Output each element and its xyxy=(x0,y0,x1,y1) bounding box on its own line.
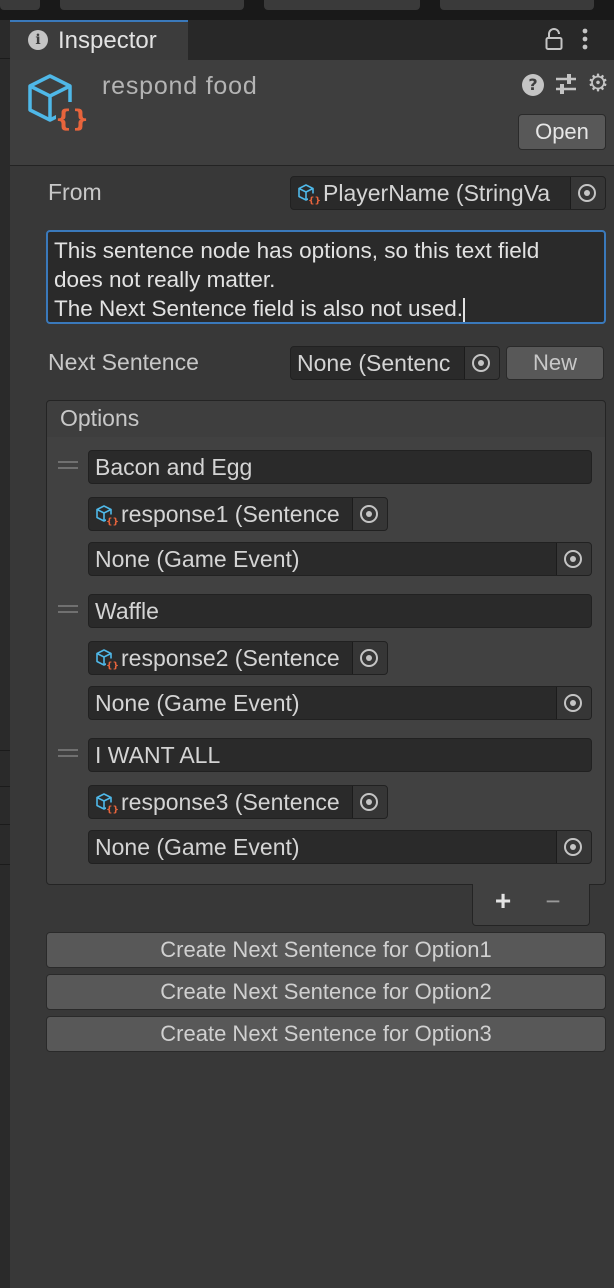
text-line: does not really matter. xyxy=(54,267,276,292)
object-picker-button[interactable] xyxy=(556,831,591,863)
inspector-header xyxy=(10,60,614,166)
object-picker-button[interactable] xyxy=(556,687,591,719)
divider xyxy=(0,864,10,865)
svg-text:{}: {} xyxy=(55,105,89,133)
option-text-field[interactable]: Bacon and Egg xyxy=(88,450,592,484)
gear-icon[interactable]: ⚙ xyxy=(586,72,610,96)
text-caret xyxy=(463,298,465,323)
target-icon xyxy=(564,694,582,712)
scriptable-object-icon: {} xyxy=(28,74,89,133)
object-picker-button[interactable] xyxy=(352,498,387,530)
left-panel-edge xyxy=(0,20,10,1288)
create-next-sentence-option3-button[interactable]: Create Next Sentence for Option3 xyxy=(46,1016,606,1052)
option-event-field[interactable]: None (Game Event) xyxy=(88,830,592,864)
text-line: This sentence node has options, so this … xyxy=(54,238,540,263)
create-next-sentence-option1-button[interactable]: Create Next Sentence for Option1 xyxy=(46,932,606,968)
toolbar-button[interactable] xyxy=(440,0,594,10)
svg-text:{}: {} xyxy=(106,518,119,527)
target-icon xyxy=(472,354,490,372)
lock-icon[interactable] xyxy=(544,28,564,50)
svg-text:{}: {} xyxy=(106,806,119,815)
option-sentence-field[interactable]: {} response3 (Sentence xyxy=(88,785,388,819)
help-icon[interactable]: ? xyxy=(522,74,544,96)
drag-handle-icon[interactable] xyxy=(58,461,78,469)
svg-text:{}: {} xyxy=(308,197,321,206)
option-sentence-value: response3 (Sentence xyxy=(121,789,340,815)
from-object-field[interactable]: {} PlayerName (StringVa xyxy=(290,176,606,210)
remove-option-button[interactable]: − xyxy=(540,886,566,916)
option-text-field[interactable]: Waffle xyxy=(88,594,592,628)
toolbar-button[interactable] xyxy=(264,0,420,10)
new-button[interactable]: New xyxy=(506,346,604,380)
scriptable-object-icon: {} xyxy=(96,793,119,815)
asset-title: respond food xyxy=(102,72,258,100)
option-event-field[interactable]: None (Game Event) xyxy=(88,686,592,720)
drag-handle-icon[interactable] xyxy=(58,749,78,757)
sliders-icon[interactable] xyxy=(554,72,578,96)
divider xyxy=(0,786,10,787)
option-sentence-field[interactable]: {} response1 (Sentence xyxy=(88,497,388,531)
toolbar-button[interactable] xyxy=(60,0,244,10)
target-icon xyxy=(360,505,378,523)
kebab-menu-icon[interactable] xyxy=(578,26,592,52)
object-picker-button[interactable] xyxy=(464,347,499,379)
sentence-text-area[interactable]: This sentence node has options, so this … xyxy=(46,230,606,324)
target-icon xyxy=(564,838,582,856)
from-label: From xyxy=(48,179,102,205)
object-picker-button[interactable] xyxy=(570,177,605,209)
option-sentence-field[interactable]: {} response2 (Sentence xyxy=(88,641,388,675)
target-icon xyxy=(360,793,378,811)
next-sentence-value: None (Sentenc xyxy=(297,350,451,376)
object-picker-button[interactable] xyxy=(556,543,591,575)
divider xyxy=(0,750,10,751)
svg-text:{}: {} xyxy=(106,662,119,671)
option-event-field[interactable]: None (Game Event) xyxy=(88,542,592,576)
option-event-value: None (Game Event) xyxy=(95,690,300,716)
drag-handle-icon[interactable] xyxy=(58,605,78,613)
scriptable-object-icon: {} xyxy=(96,649,119,671)
divider xyxy=(0,824,10,825)
divider xyxy=(0,58,10,59)
target-icon xyxy=(564,550,582,568)
option-text-field[interactable]: I WANT ALL xyxy=(88,738,592,772)
options-title: Options xyxy=(60,405,140,431)
text-line: The Next Sentence field is also not used… xyxy=(54,296,463,321)
object-picker-button[interactable] xyxy=(352,786,387,818)
next-sentence-object-field[interactable]: None (Sentenc xyxy=(290,346,500,380)
option-sentence-value: response2 (Sentence xyxy=(121,645,340,671)
target-icon xyxy=(360,649,378,667)
info-icon: i xyxy=(28,30,48,50)
option-sentence-value: response1 (Sentence xyxy=(121,501,340,527)
toolbar-button[interactable] xyxy=(0,0,40,10)
option-event-value: None (Game Event) xyxy=(95,834,300,860)
scriptable-object-icon: {} xyxy=(298,184,321,206)
create-next-sentence-option2-button[interactable]: Create Next Sentence for Option2 xyxy=(46,974,606,1010)
option-event-value: None (Game Event) xyxy=(95,546,300,572)
object-picker-button[interactable] xyxy=(352,642,387,674)
add-option-button[interactable]: + xyxy=(490,886,516,916)
tab-label: Inspector xyxy=(58,27,157,54)
target-icon xyxy=(578,184,596,202)
next-sentence-label: Next Sentence xyxy=(48,349,199,375)
open-button[interactable]: Open xyxy=(518,114,606,150)
from-value: PlayerName (StringVa xyxy=(323,180,551,206)
scriptable-object-icon: {} xyxy=(96,505,119,527)
